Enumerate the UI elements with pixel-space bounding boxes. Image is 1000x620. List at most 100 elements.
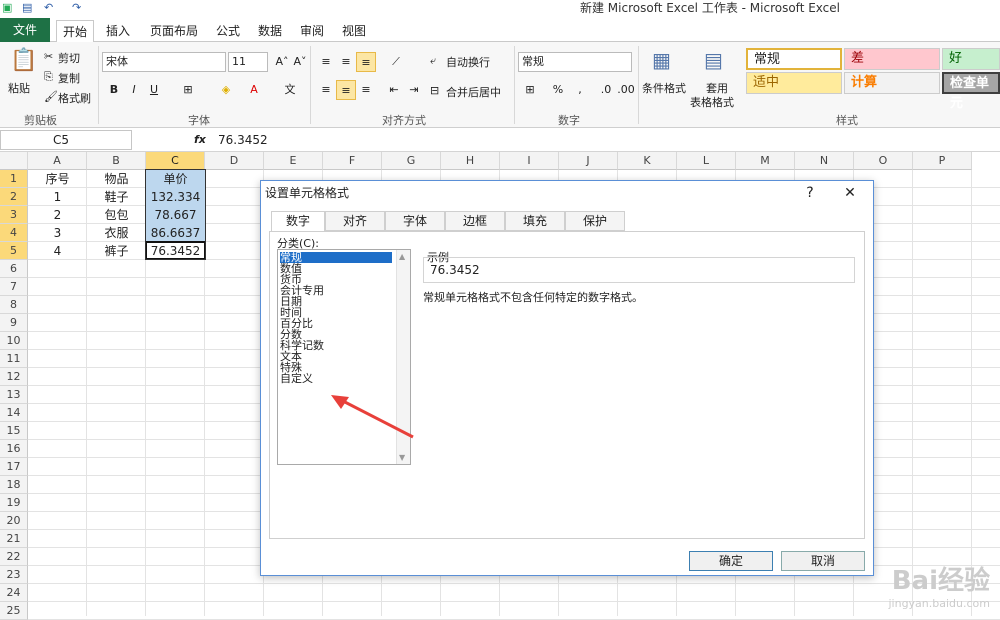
category-item[interactable]: 自定义 [280,373,313,384]
formula-input[interactable]: 76.3452 [218,133,268,147]
decrease-indent-icon[interactable]: ⇤ [384,80,404,100]
bold-icon[interactable]: B [104,80,124,100]
row-header-17[interactable]: 17 [0,458,28,476]
column-header-G[interactable]: G [382,152,441,170]
copy-icon[interactable]: ⎘ [44,70,53,84]
row-header-13[interactable]: 13 [0,386,28,404]
wrap-text-button[interactable]: 自动换行 [446,54,490,70]
dialog-tab-alignment[interactable]: 对齐 [325,211,385,231]
row-header-8[interactable]: 8 [0,296,28,314]
orientation-icon[interactable]: ⟋ [386,52,406,72]
row-header-25[interactable]: 25 [0,602,28,620]
column-header-J[interactable]: J [559,152,618,170]
align-middle-icon[interactable]: ≡ [336,52,356,72]
row-header-10[interactable]: 10 [0,332,28,350]
tab-home[interactable]: 开始 [56,20,95,43]
row-header-11[interactable]: 11 [0,350,28,368]
copy-button[interactable]: 复制 [58,70,80,86]
column-header-C[interactable]: C [146,152,205,170]
tab-file[interactable]: 文件 [0,18,50,42]
cell-C5[interactable]: 76.3452 [146,242,205,260]
cell-A1[interactable]: 序号 [28,170,87,188]
align-center-icon[interactable]: ≡ [336,80,356,100]
percent-button[interactable]: % [548,80,568,100]
decrease-decimal-icon[interactable]: .00 [616,80,636,100]
dialog-tab-font[interactable]: 字体 [385,211,445,231]
underline-icon[interactable]: U [144,80,164,100]
cancel-button[interactable]: 取消 [781,551,865,571]
dialog-tab-number[interactable]: 数字 [271,211,325,232]
border-icon[interactable]: ⊞ [178,80,198,100]
cell-C3[interactable]: 78.667 [146,206,205,224]
style-normal[interactable]: 常规 [746,48,842,70]
cut-button[interactable]: 剪切 [58,50,80,66]
increase-indent-icon[interactable]: ⇥ [404,80,424,100]
select-all-corner[interactable] [0,152,28,170]
paste-icon[interactable]: 📋 [10,48,37,73]
merge-center-button[interactable]: 合并后居中 [446,84,501,100]
row-header-19[interactable]: 19 [0,494,28,512]
cell-C1[interactable]: 单价 [146,170,205,188]
cell-B2[interactable]: 鞋子 [87,188,146,206]
row-header-5[interactable]: 5 [0,242,28,260]
column-header-P[interactable]: P [913,152,972,170]
name-box[interactable]: C5 [0,130,132,150]
column-header-A[interactable]: A [28,152,87,170]
scroll-down-icon[interactable]: ▼ [399,453,405,462]
column-header-K[interactable]: K [618,152,677,170]
column-header-D[interactable]: D [205,152,264,170]
row-header-23[interactable]: 23 [0,566,28,584]
row-header-2[interactable]: 2 [0,188,28,206]
font-size-select[interactable]: 11 [228,52,268,72]
fx-icon[interactable]: fx [194,133,206,146]
conditional-format-button[interactable]: 条件格式 [642,80,686,96]
row-header-7[interactable]: 7 [0,278,28,296]
row-header-4[interactable]: 4 [0,224,28,242]
row-header-20[interactable]: 20 [0,512,28,530]
table-format-icon[interactable]: ▤ [704,48,723,72]
align-right-icon[interactable]: ≡ [356,80,376,100]
row-header-16[interactable]: 16 [0,440,28,458]
column-header-B[interactable]: B [87,152,146,170]
tab-data[interactable]: 数据 [252,20,288,42]
cell-B5[interactable]: 裤子 [87,242,146,260]
fill-color-icon[interactable]: ◈ [216,80,236,100]
font-name-select[interactable]: 宋体 [102,52,226,72]
phonetic-icon[interactable]: 文 [280,80,300,100]
column-header-H[interactable]: H [441,152,500,170]
align-top-icon[interactable]: ≡ [316,52,336,72]
column-header-E[interactable]: E [264,152,323,170]
conditional-format-icon[interactable]: ▦ [652,48,671,72]
style-bad[interactable]: 差 [844,48,940,70]
shrink-font-icon[interactable]: A˅ [290,52,310,72]
dialog-tab-protection[interactable]: 保护 [565,211,625,231]
font-color-icon[interactable]: A [244,80,264,100]
tab-review[interactable]: 审阅 [294,20,330,42]
style-neutral[interactable]: 适中 [746,72,842,94]
column-header-L[interactable]: L [677,152,736,170]
style-calculation[interactable]: 计算 [844,72,940,94]
comma-style-icon[interactable]: , [570,80,590,100]
cell-C2[interactable]: 132.334 [146,188,205,206]
cell-A4[interactable]: 3 [28,224,87,242]
column-header-O[interactable]: O [854,152,913,170]
ok-button[interactable]: 确定 [689,551,773,571]
dialog-help-button[interactable]: ? [795,181,825,205]
row-header-24[interactable]: 24 [0,584,28,602]
column-header-N[interactable]: N [795,152,854,170]
row-header-9[interactable]: 9 [0,314,28,332]
number-format-select[interactable]: 常规 [518,52,632,72]
row-header-1[interactable]: 1 [0,170,28,188]
column-header-F[interactable]: F [323,152,382,170]
row-header-14[interactable]: 14 [0,404,28,422]
increase-decimal-icon[interactable]: .0 [596,80,616,100]
dialog-tab-fill[interactable]: 填充 [505,211,565,231]
table-format-button-2[interactable]: 表格格式 [690,94,734,110]
column-header-I[interactable]: I [500,152,559,170]
scroll-up-icon[interactable]: ▲ [399,252,405,261]
grow-font-icon[interactable]: A˄ [272,52,292,72]
row-header-18[interactable]: 18 [0,476,28,494]
row-header-3[interactable]: 3 [0,206,28,224]
dialog-close-button[interactable]: ✕ [835,181,865,205]
tab-page-layout[interactable]: 页面布局 [144,20,204,42]
